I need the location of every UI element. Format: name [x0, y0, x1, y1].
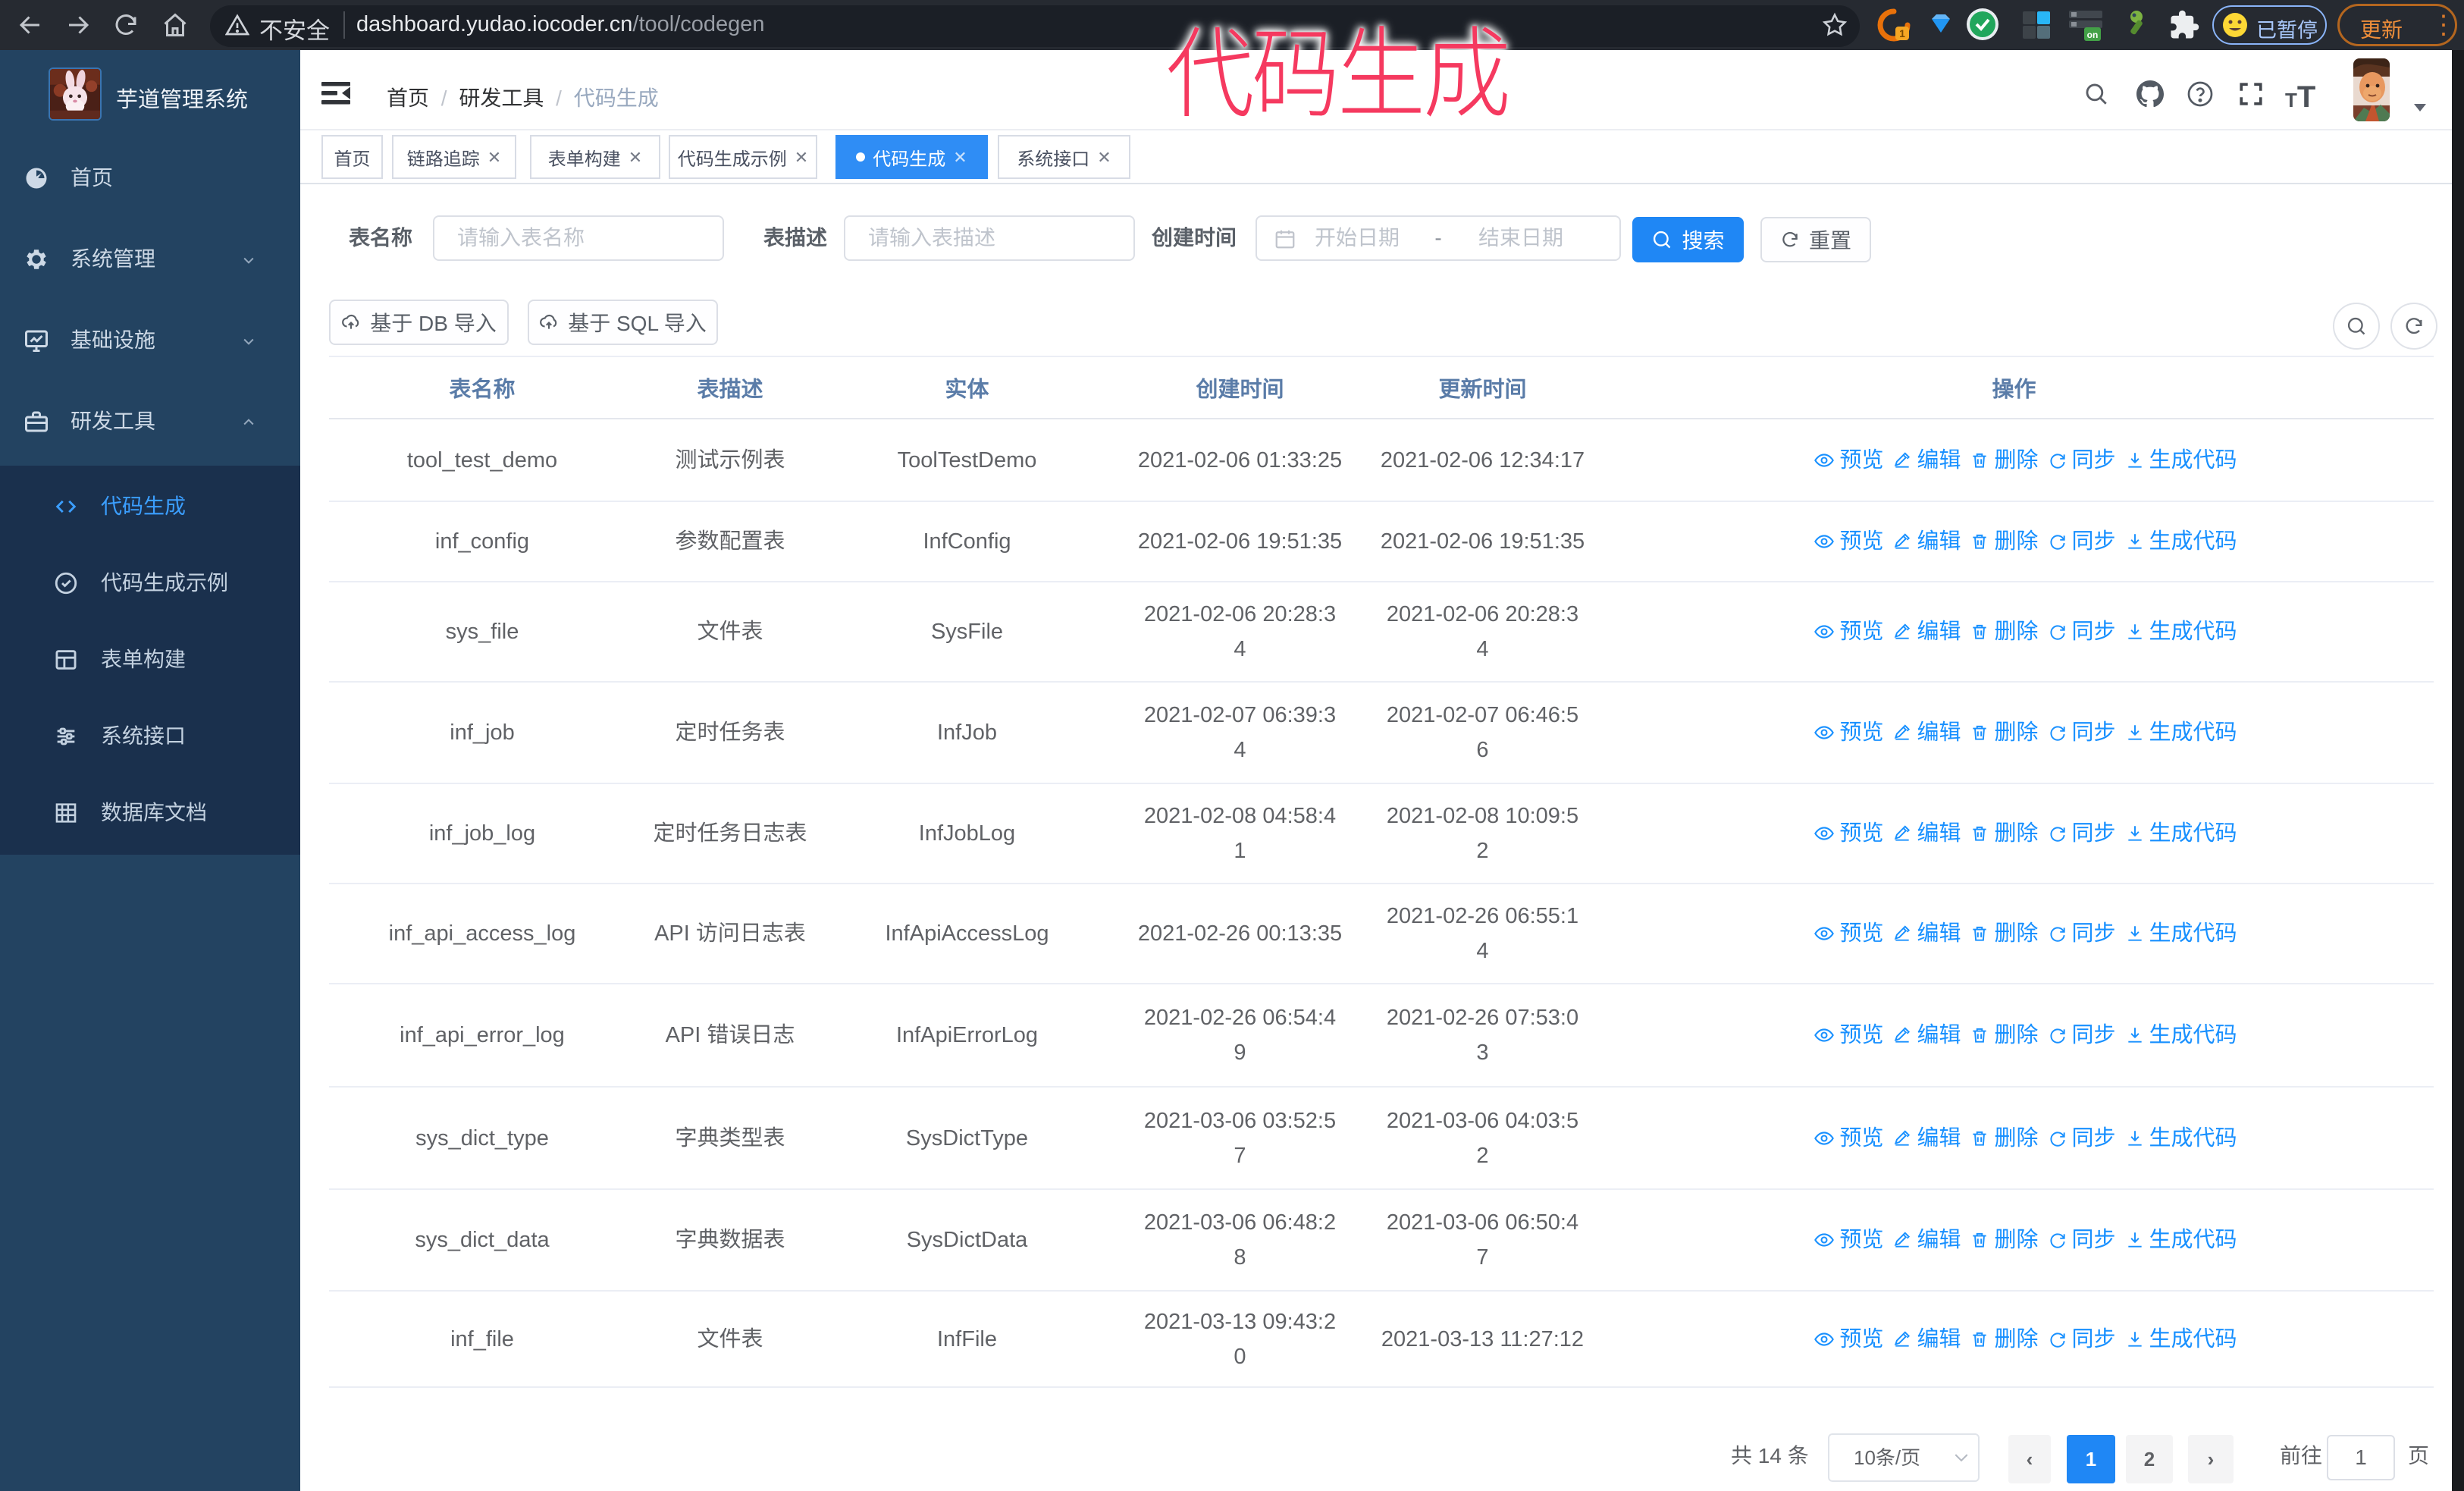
svg-text:on: on: [2087, 30, 2099, 40]
svg-text:1: 1: [1899, 27, 1905, 39]
